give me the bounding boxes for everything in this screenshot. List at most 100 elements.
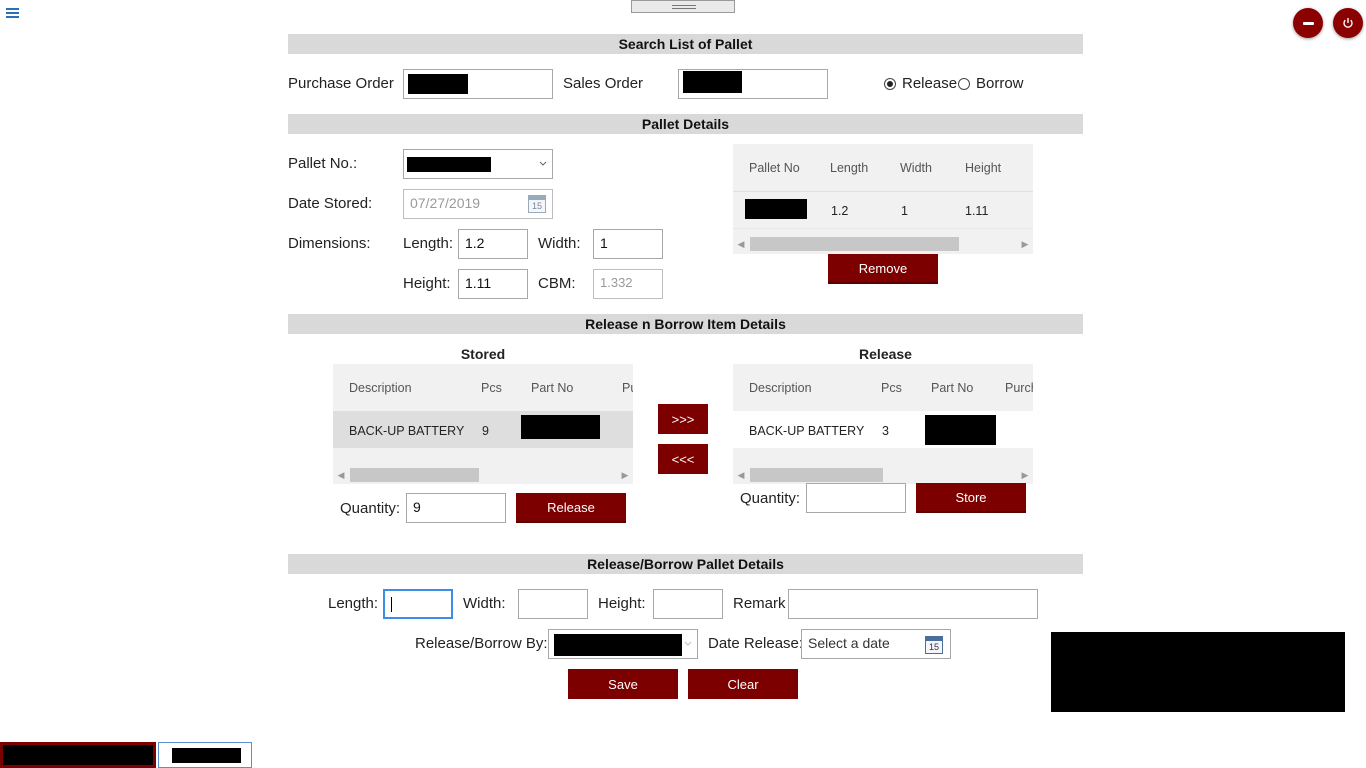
menu-icon[interactable] <box>6 7 20 19</box>
column-header[interactable]: Pcs <box>881 381 902 395</box>
redacted-value <box>925 415 996 445</box>
minimize-button[interactable] <box>1293 8 1323 38</box>
redacted-value <box>521 415 600 439</box>
scroll-left-icon[interactable]: ◀ <box>734 467 748 483</box>
height-label: Height: <box>403 275 451 292</box>
column-header[interactable]: Part No <box>531 381 573 395</box>
redacted-value <box>407 157 491 172</box>
scroll-thumb[interactable] <box>750 237 959 251</box>
pallet-grid[interactable]: Pallet No Length Width Height 1.2 1 1.11… <box>733 144 1033 254</box>
redacted-value <box>408 74 468 94</box>
calendar-day: 15 <box>928 642 939 652</box>
length-input[interactable]: 1.2 <box>458 229 528 259</box>
table-cell: BACK-UP BATTERY <box>349 424 465 438</box>
items-section-header: Release n Borrow Item Details <box>288 314 1083 334</box>
move-to-release-button[interactable]: >>> <box>658 404 708 434</box>
rb-pallet-header: Release/Borrow Pallet Details <box>288 554 1083 574</box>
column-header[interactable]: Width <box>900 161 932 175</box>
pallet-details-header: Pallet Details <box>288 114 1083 134</box>
column-header[interactable]: Pallet No <box>749 161 800 175</box>
scroll-right-icon[interactable]: ▶ <box>1018 467 1032 483</box>
move-to-stored-button[interactable]: <<< <box>658 444 708 474</box>
stored-items-grid[interactable]: Description Pcs Part No Pu BACK-UP BATTE… <box>333 364 633 484</box>
purchase-order-input[interactable] <box>403 69 553 99</box>
scroll-left-icon[interactable]: ◀ <box>334 467 348 483</box>
borrow-radio-label[interactable]: Borrow <box>976 75 1024 92</box>
bottom-tab-active[interactable] <box>0 742 156 768</box>
release-borrow-by-label: Release/Borrow By: <box>415 635 548 652</box>
column-header[interactable]: Height <box>965 161 1001 175</box>
rb-height-input[interactable] <box>653 589 723 619</box>
save-button[interactable]: Save <box>568 669 678 699</box>
table-row[interactable]: BACK-UP BATTERY 9 <box>333 411 633 448</box>
clear-button[interactable]: Clear <box>688 669 798 699</box>
release-items-grid[interactable]: Description Pcs Part No Purch BACK-UP BA… <box>733 364 1033 484</box>
redacted-value <box>683 71 742 93</box>
length-label: Length: <box>403 235 454 252</box>
drag-handle-icon[interactable] <box>631 0 735 13</box>
rb-length-input[interactable] <box>383 589 453 619</box>
date-release-label: Date Release: <box>708 635 804 652</box>
release-title: Release <box>859 346 912 362</box>
column-header[interactable]: Length <box>830 161 868 175</box>
pallet-no-label: Pallet No.: <box>288 155 358 172</box>
rb-length-label: Length: <box>328 595 379 612</box>
date-release-placeholder: Select a date <box>808 635 890 651</box>
release-quantity-label: Quantity: <box>740 490 801 507</box>
remove-button[interactable]: Remove <box>828 254 938 284</box>
table-cell: BACK-UP BATTERY <box>749 424 865 438</box>
scroll-right-icon[interactable]: ▶ <box>618 467 632 483</box>
redacted-value <box>745 199 807 219</box>
release-quantity-input[interactable] <box>806 483 906 513</box>
rb-width-input[interactable] <box>518 589 588 619</box>
horizontal-scrollbar[interactable]: ◀ ▶ <box>733 236 1033 252</box>
dimensions-label: Dimensions: <box>288 235 371 252</box>
grid-header: Description Pcs Part No Pu <box>333 364 633 412</box>
stored-quantity-label: Quantity: <box>340 500 401 517</box>
release-item-button[interactable]: Release <box>516 493 626 523</box>
scroll-thumb[interactable] <box>350 468 479 482</box>
width-label: Width: <box>538 235 581 252</box>
date-release-picker[interactable]: Select a date 15 <box>801 629 951 659</box>
release-radio-label[interactable]: Release <box>902 75 957 92</box>
power-icon <box>1343 18 1353 28</box>
horizontal-scrollbar[interactable]: ◀ ▶ <box>733 467 1033 483</box>
date-stored-input: 07/27/2019 15 <box>403 189 553 219</box>
column-header[interactable]: Pu <box>622 381 633 395</box>
release-radio[interactable] <box>884 78 896 90</box>
column-header[interactable]: Purch <box>1005 381 1033 395</box>
column-header[interactable]: Part No <box>931 381 973 395</box>
sales-order-input[interactable] <box>678 69 828 99</box>
horizontal-scrollbar[interactable]: ◀ ▶ <box>333 467 633 483</box>
calendar-icon[interactable]: 15 <box>925 636 943 654</box>
scroll-right-icon[interactable]: ▶ <box>1018 236 1032 252</box>
rb-height-label: Height: <box>598 595 646 612</box>
table-cell: 1.11 <box>965 204 989 218</box>
height-input[interactable]: 1.11 <box>458 269 528 299</box>
power-button[interactable] <box>1333 8 1363 38</box>
pallet-no-select[interactable] <box>403 149 553 179</box>
column-header[interactable]: Pcs <box>481 381 502 395</box>
remark-label: Remark <box>733 595 786 612</box>
borrow-radio[interactable] <box>958 78 970 90</box>
scroll-left-icon[interactable]: ◀ <box>734 236 748 252</box>
bottom-tab[interactable] <box>158 742 252 768</box>
table-row[interactable]: BACK-UP BATTERY 3 <box>733 411 1033 448</box>
grid-header: Pallet No Length Width Height <box>733 144 1033 192</box>
redacted-panel <box>1051 632 1345 712</box>
column-header[interactable]: Description <box>349 381 412 395</box>
table-row[interactable]: 1.2 1 1.11 <box>733 193 1033 229</box>
width-input[interactable]: 1 <box>593 229 663 259</box>
stored-quantity-input[interactable]: 9 <box>406 493 506 523</box>
calendar-day: 15 <box>531 201 542 211</box>
calendar-icon: 15 <box>528 195 546 213</box>
purchase-order-label: Purchase Order <box>288 75 394 92</box>
release-borrow-by-select[interactable] <box>548 629 698 659</box>
remark-input[interactable] <box>788 589 1038 619</box>
chevron-down-icon <box>539 161 547 166</box>
store-item-button[interactable]: Store <box>916 483 1026 513</box>
date-stored-label: Date Stored: <box>288 195 373 212</box>
column-header[interactable]: Description <box>749 381 812 395</box>
date-stored-value: 07/27/2019 <box>410 195 481 211</box>
scroll-thumb[interactable] <box>750 468 883 482</box>
